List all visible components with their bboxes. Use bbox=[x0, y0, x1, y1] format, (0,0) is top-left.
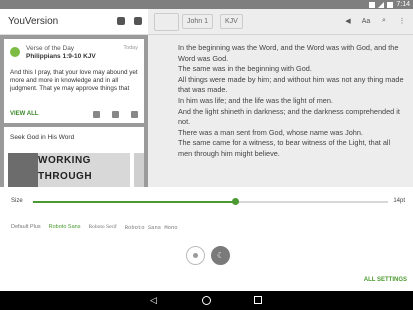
size-label: Size bbox=[11, 198, 23, 204]
recents-icon[interactable] bbox=[254, 296, 262, 304]
plan-image-next[interactable] bbox=[134, 153, 144, 187]
more-icon[interactable]: ⋮ bbox=[397, 17, 407, 25]
navigation-bar: ◁ bbox=[0, 291, 413, 310]
bluetooth-icon bbox=[369, 1, 376, 8]
audio-icon[interactable]: ◀ bbox=[343, 17, 353, 25]
verse[interactable]: In him was life; and the life was the li… bbox=[178, 96, 406, 107]
verse[interactable]: The same came for a witness, to bear wit… bbox=[178, 138, 406, 159]
votd-date: Today bbox=[123, 45, 138, 51]
reading-plan-card[interactable]: Seek God in His Word WORKING THROUGH bbox=[4, 127, 144, 187]
verse[interactable]: There was a man sent from God, whose nam… bbox=[178, 128, 406, 139]
plan-image-figure bbox=[8, 153, 38, 187]
reader-panel: John 1 KJV ◀ Aa ⌕ ⋮ In the beginning was… bbox=[148, 9, 413, 187]
view-all-link[interactable]: VIEW ALL bbox=[10, 111, 38, 117]
plan-image-text-1: WORKING bbox=[38, 155, 91, 166]
font-option-selected[interactable]: Roboto Sans bbox=[49, 224, 81, 231]
verse[interactable]: In the beginning was the Word, and the W… bbox=[178, 43, 406, 64]
all-settings-button[interactable]: ALL SETTINGS bbox=[364, 277, 407, 283]
votd-text: And this I pray, that your love may abou… bbox=[10, 69, 138, 92]
plan-image[interactable]: WORKING THROUGH bbox=[8, 153, 130, 187]
slider-fill bbox=[33, 201, 236, 203]
settings-icon[interactable] bbox=[93, 111, 100, 118]
home-icon[interactable] bbox=[202, 296, 211, 305]
friends-icon[interactable] bbox=[117, 17, 125, 25]
votd-label: Verse of the Day bbox=[26, 45, 75, 52]
search-icon[interactable]: ⌕ bbox=[379, 17, 389, 25]
light-theme-dot bbox=[193, 253, 198, 258]
chapter-text: In the beginning was the Word, and the W… bbox=[178, 43, 406, 160]
dark-theme-button[interactable]: ☾ bbox=[211, 246, 230, 265]
back-icon[interactable]: ◁ bbox=[150, 295, 157, 306]
nav-tab[interactable] bbox=[154, 13, 179, 31]
wifi-icon bbox=[378, 1, 385, 8]
font-option[interactable]: Roboto Serif bbox=[88, 224, 116, 231]
reader-toolbar: John 1 KJV ◀ Aa ⌕ ⋮ bbox=[148, 9, 413, 35]
app-background: YouVersion Verse of the Day Philippians … bbox=[0, 9, 413, 187]
plan-title: Seek God in His Word bbox=[10, 134, 75, 141]
book-chapter-button[interactable]: John 1 bbox=[182, 14, 214, 29]
font-options: Default Plus Roboto Sans Roboto Serif Ro… bbox=[11, 224, 178, 231]
image-icon[interactable] bbox=[112, 111, 119, 118]
notifications-icon[interactable] bbox=[134, 17, 142, 25]
left-header: YouVersion bbox=[0, 9, 148, 35]
slider-thumb[interactable] bbox=[232, 198, 240, 205]
verse[interactable]: The same was in the beginning with God. bbox=[178, 64, 406, 75]
status-bar: 7:14 bbox=[0, 0, 413, 9]
status-time: 7:14 bbox=[396, 1, 410, 8]
plan-image-text-2: THROUGH bbox=[38, 171, 93, 182]
font-option[interactable]: Roboto Sans Mono bbox=[125, 224, 178, 231]
share-icon[interactable] bbox=[131, 111, 138, 118]
brand-name: YouVersion bbox=[8, 16, 59, 27]
battery-icon bbox=[387, 1, 394, 8]
votd-reference: Philippians 1:9-10 KJV bbox=[26, 53, 96, 60]
left-panel: YouVersion Verse of the Day Philippians … bbox=[0, 9, 148, 187]
size-value: 14pt bbox=[393, 198, 405, 204]
light-theme-button[interactable] bbox=[186, 246, 205, 265]
verse-of-the-day-card[interactable]: Verse of the Day Philippians 1:9-10 KJV … bbox=[4, 39, 144, 123]
moon-icon: ☾ bbox=[217, 251, 225, 260]
verse[interactable]: And the light shineth in darkness; and t… bbox=[178, 107, 406, 128]
reader-settings-sheet: Size 14pt Default Plus Roboto Sans Robot… bbox=[0, 187, 413, 291]
font-size-slider[interactable] bbox=[33, 198, 388, 205]
verse[interactable]: All things were made by him; and without… bbox=[178, 75, 406, 96]
font-settings-button[interactable]: Aa bbox=[361, 18, 371, 25]
sun-icon bbox=[10, 47, 20, 57]
theme-options: ☾ bbox=[186, 246, 230, 265]
version-button[interactable]: KJV bbox=[220, 14, 243, 29]
font-option[interactable]: Default Plus bbox=[11, 224, 41, 231]
